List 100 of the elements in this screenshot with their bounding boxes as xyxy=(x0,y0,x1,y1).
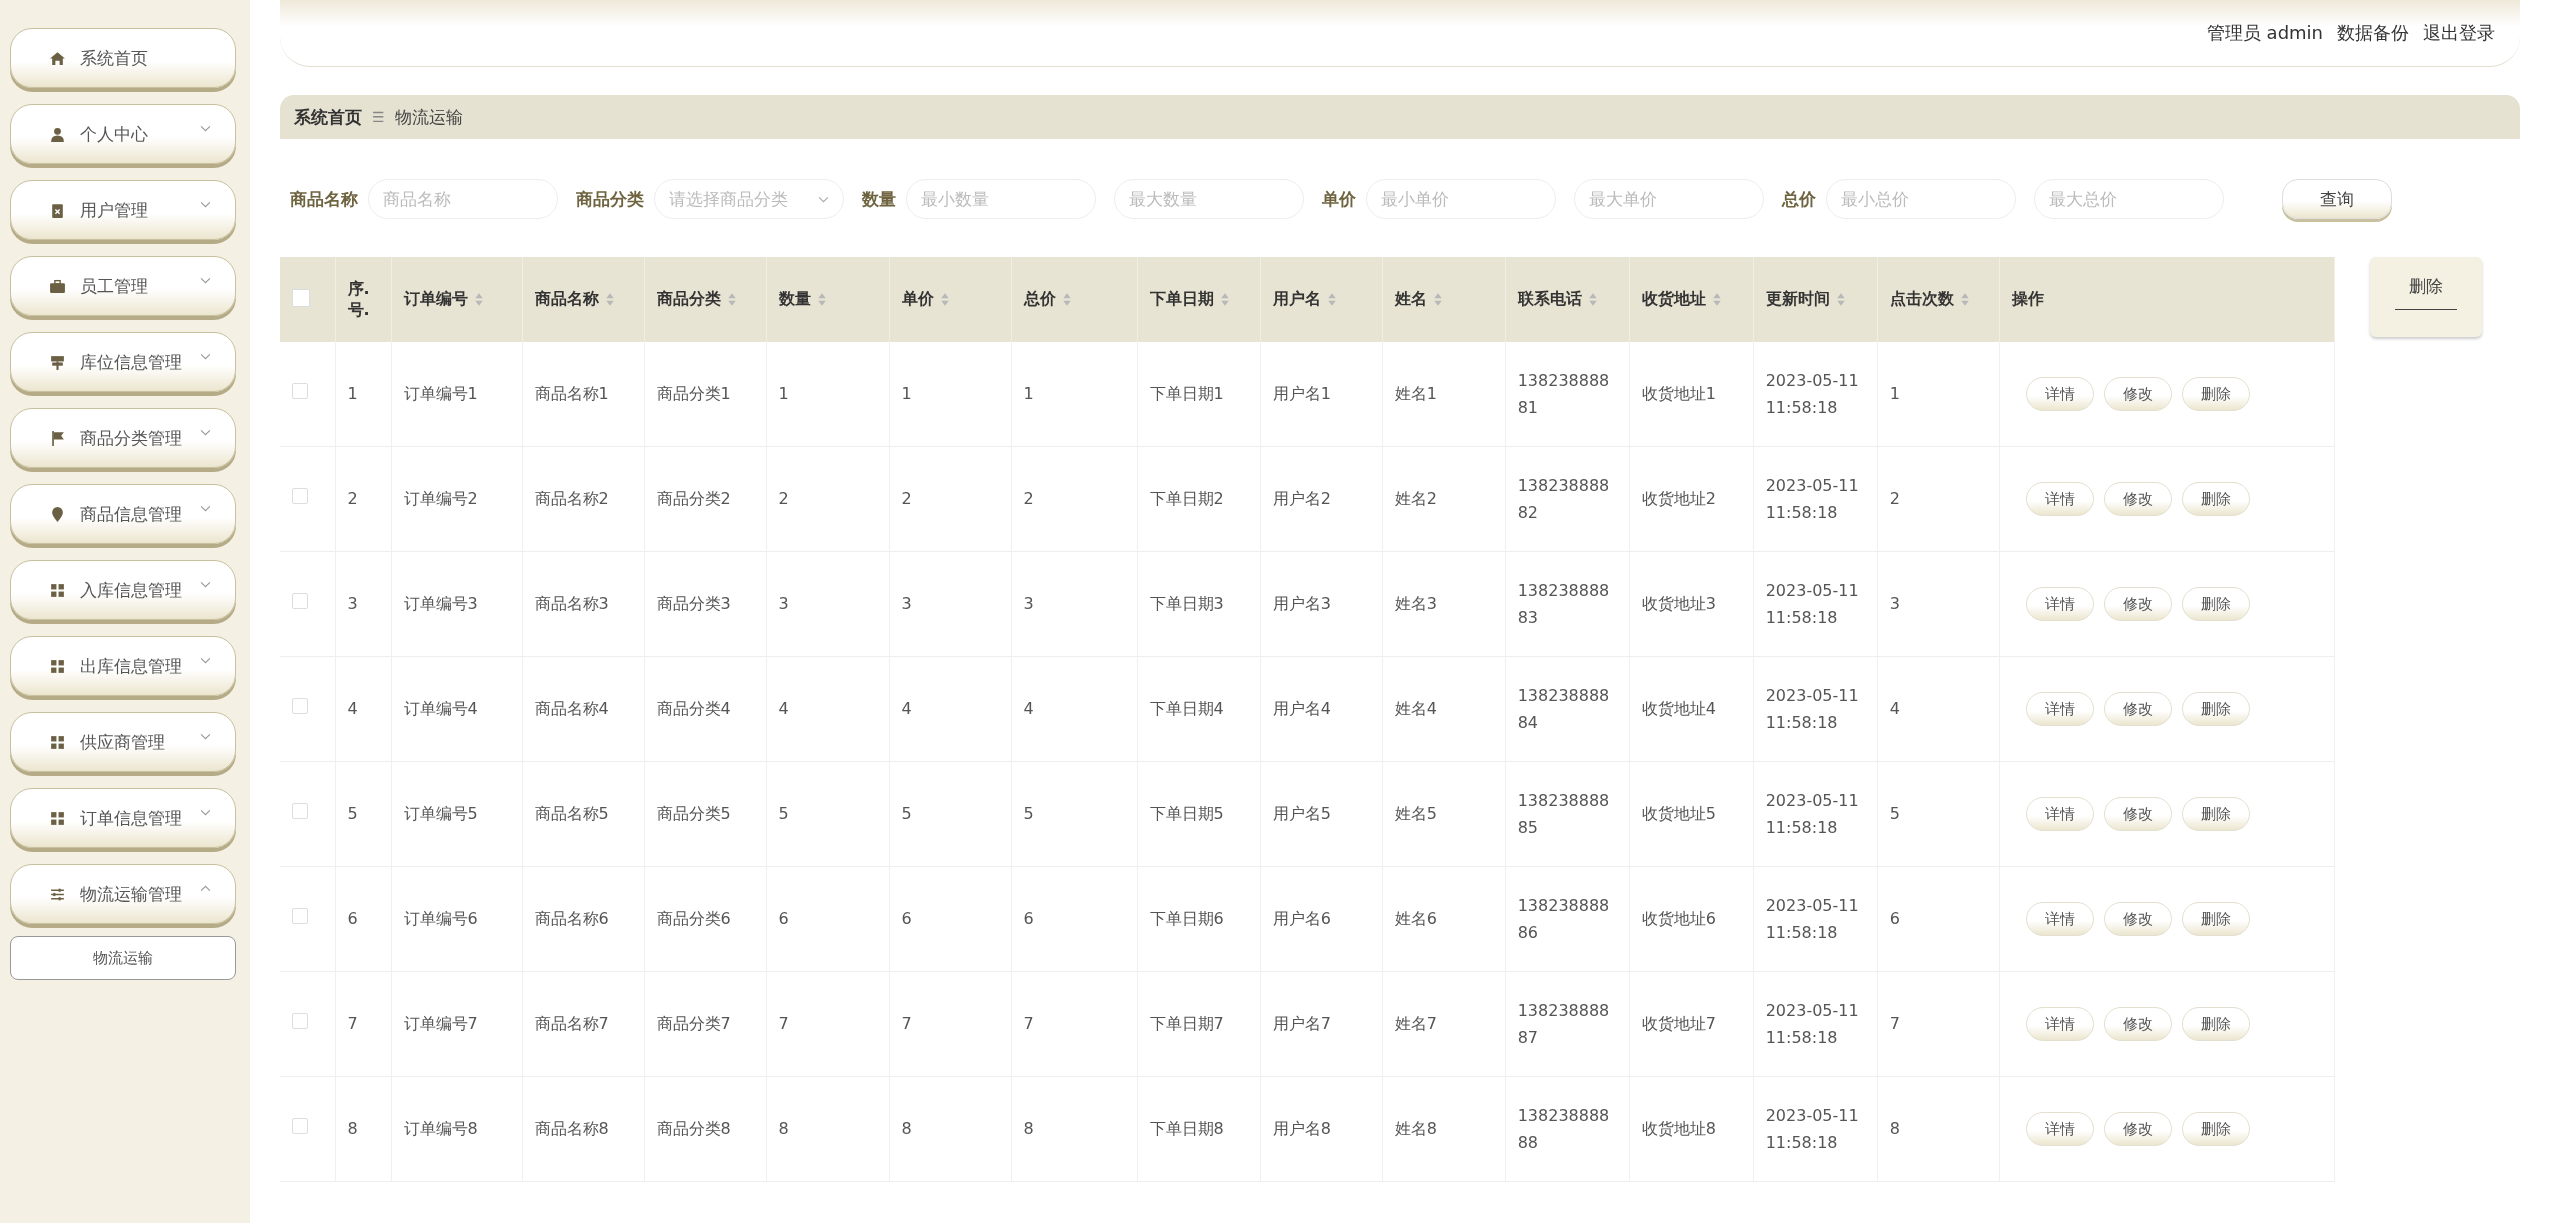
column-header[interactable]: 数量 xyxy=(778,289,827,310)
table-cell: 下单日期8 xyxy=(1149,1119,1224,1139)
action-button[interactable]: 删除 xyxy=(2181,1007,2250,1041)
checkbox[interactable] xyxy=(292,593,308,610)
table-cell: 13823888888 xyxy=(1517,1105,1610,1152)
input-field[interactable]: 最大总价 xyxy=(2034,179,2224,219)
action-button[interactable]: 删除 xyxy=(2181,587,2250,621)
table-cell: 7 xyxy=(1023,1014,1034,1034)
action-button[interactable]: 删除 xyxy=(2181,902,2250,936)
input-field[interactable]: 最大单价 xyxy=(1574,179,1764,219)
submenu-item[interactable]: 物流运输 xyxy=(10,936,236,980)
column-header[interactable]: 姓名 xyxy=(1394,289,1443,310)
column-header[interactable]: 下单日期 xyxy=(1149,289,1230,310)
column-header[interactable]: 单价 xyxy=(901,289,950,310)
sort-icon xyxy=(1835,292,1846,307)
search-button[interactable]: 查询 xyxy=(2282,179,2392,219)
input-field[interactable]: 最大数量 xyxy=(1114,179,1304,219)
action-button[interactable]: 删除 xyxy=(2181,692,2250,726)
action-button[interactable]: 修改 xyxy=(2103,797,2172,831)
table-cell: 姓名6 xyxy=(1394,909,1437,929)
action-button[interactable]: 详情 xyxy=(2025,587,2094,621)
column-header[interactable]: 收货地址 xyxy=(1641,289,1722,310)
header-link[interactable]: 退出登录 xyxy=(2423,21,2495,45)
action-button[interactable]: 详情 xyxy=(2025,797,2094,831)
checkbox[interactable] xyxy=(292,803,308,820)
table-cell: 13823888884 xyxy=(1517,685,1610,732)
input-field[interactable]: 最小数量 xyxy=(906,179,1096,219)
action-button[interactable]: 修改 xyxy=(2103,692,2172,726)
table-cell: 2023-05-11 11:58:18 xyxy=(1765,370,1859,417)
input-field[interactable]: 最小总价 xyxy=(1826,179,2016,219)
action-button[interactable]: 详情 xyxy=(2025,692,2094,726)
table-cell: 3 xyxy=(347,594,358,614)
action-button[interactable]: 详情 xyxy=(2025,902,2094,936)
table-cell: 5 xyxy=(1023,804,1034,824)
table-cell: 收货地址5 xyxy=(1641,804,1716,824)
checkbox[interactable] xyxy=(292,488,308,505)
breadcrumb-link[interactable]: 系统首页 xyxy=(294,105,362,129)
table-cell: 13823888883 xyxy=(1517,580,1610,627)
input-field[interactable]: 最小单价 xyxy=(1366,179,1556,219)
menu-label: 供应商管理 xyxy=(80,730,165,754)
briefcase-icon xyxy=(49,277,66,295)
menu-label: 出库信息管理 xyxy=(80,654,182,678)
checkbox[interactable] xyxy=(292,288,310,307)
column-header[interactable]: 联系电话 xyxy=(1517,289,1598,310)
action-button[interactable]: 删除 xyxy=(2181,1112,2250,1146)
table-cell: 姓名3 xyxy=(1394,594,1437,614)
action-button[interactable]: 删除 xyxy=(2181,482,2250,516)
checkbox[interactable] xyxy=(292,1013,308,1030)
checkbox[interactable] xyxy=(292,908,308,925)
menu-label: 商品信息管理 xyxy=(80,502,182,526)
menu-label: 商品分类管理 xyxy=(80,426,182,450)
table-cell: 商品名称8 xyxy=(534,1119,609,1139)
column-header[interactable]: 更新时间 xyxy=(1765,289,1846,310)
column-header[interactable]: 商品名称 xyxy=(534,289,615,310)
sort-icon xyxy=(1432,292,1443,307)
column-header[interactable]: 订单编号 xyxy=(403,289,484,310)
action-button[interactable]: 修改 xyxy=(2103,1112,2172,1146)
table-cell: 6 xyxy=(347,909,358,929)
delete-button[interactable]: 删除 xyxy=(2370,257,2482,337)
table-cell: 6 xyxy=(778,909,789,929)
table-cell: 3 xyxy=(901,594,912,614)
action-button[interactable]: 详情 xyxy=(2025,482,2094,516)
table-cell: 1 xyxy=(347,384,358,404)
action-button[interactable]: 删除 xyxy=(2181,377,2250,411)
action-button[interactable]: 修改 xyxy=(2103,587,2172,621)
table-cell: 用户名1 xyxy=(1272,384,1331,404)
table-cell: 8 xyxy=(1023,1119,1034,1139)
table-cell: 2 xyxy=(1023,489,1034,509)
checkbox[interactable] xyxy=(292,698,308,715)
table-cell: 订单编号7 xyxy=(403,1014,478,1034)
table-cell: 姓名5 xyxy=(1394,804,1437,824)
column-header[interactable]: 商品分类 xyxy=(656,289,737,310)
table-cell: 13823888885 xyxy=(1517,790,1610,837)
header-link[interactable]: 数据备份 xyxy=(2337,21,2409,45)
signpost-icon xyxy=(49,353,66,371)
table-cell: 收货地址4 xyxy=(1641,699,1716,719)
column-header[interactable]: 点击次数 xyxy=(1889,289,1970,310)
input-field[interactable]: 商品名称 xyxy=(368,179,558,219)
search-label: 单价 xyxy=(1322,187,1356,211)
checkbox[interactable] xyxy=(292,1118,308,1135)
checkbox[interactable] xyxy=(292,383,308,400)
action-button[interactable]: 修改 xyxy=(2103,377,2172,411)
action-button[interactable]: 修改 xyxy=(2103,482,2172,516)
action-button[interactable]: 详情 xyxy=(2025,377,2094,411)
action-button[interactable]: 详情 xyxy=(2025,1007,2094,1041)
action-button[interactable]: 修改 xyxy=(2103,902,2172,936)
column-header[interactable]: 用户名 xyxy=(1272,289,1337,310)
table-cell: 2023-05-11 11:58:18 xyxy=(1765,790,1859,837)
table-cell: 2023-05-11 11:58:18 xyxy=(1765,580,1859,627)
table-cell: 下单日期5 xyxy=(1149,804,1224,824)
table-cell: 商品名称4 xyxy=(534,699,609,719)
action-button[interactable]: 详情 xyxy=(2025,1112,2094,1146)
search-label: 商品分类 xyxy=(576,187,644,211)
table-cell: 商品分类8 xyxy=(656,1119,731,1139)
menu-label: 入库信息管理 xyxy=(80,578,182,602)
column-header[interactable]: 总价 xyxy=(1023,289,1072,310)
table-cell: 姓名1 xyxy=(1394,384,1437,404)
action-button[interactable]: 删除 xyxy=(2181,797,2250,831)
action-button[interactable]: 修改 xyxy=(2103,1007,2172,1041)
table-cell: 收货地址1 xyxy=(1641,384,1716,404)
